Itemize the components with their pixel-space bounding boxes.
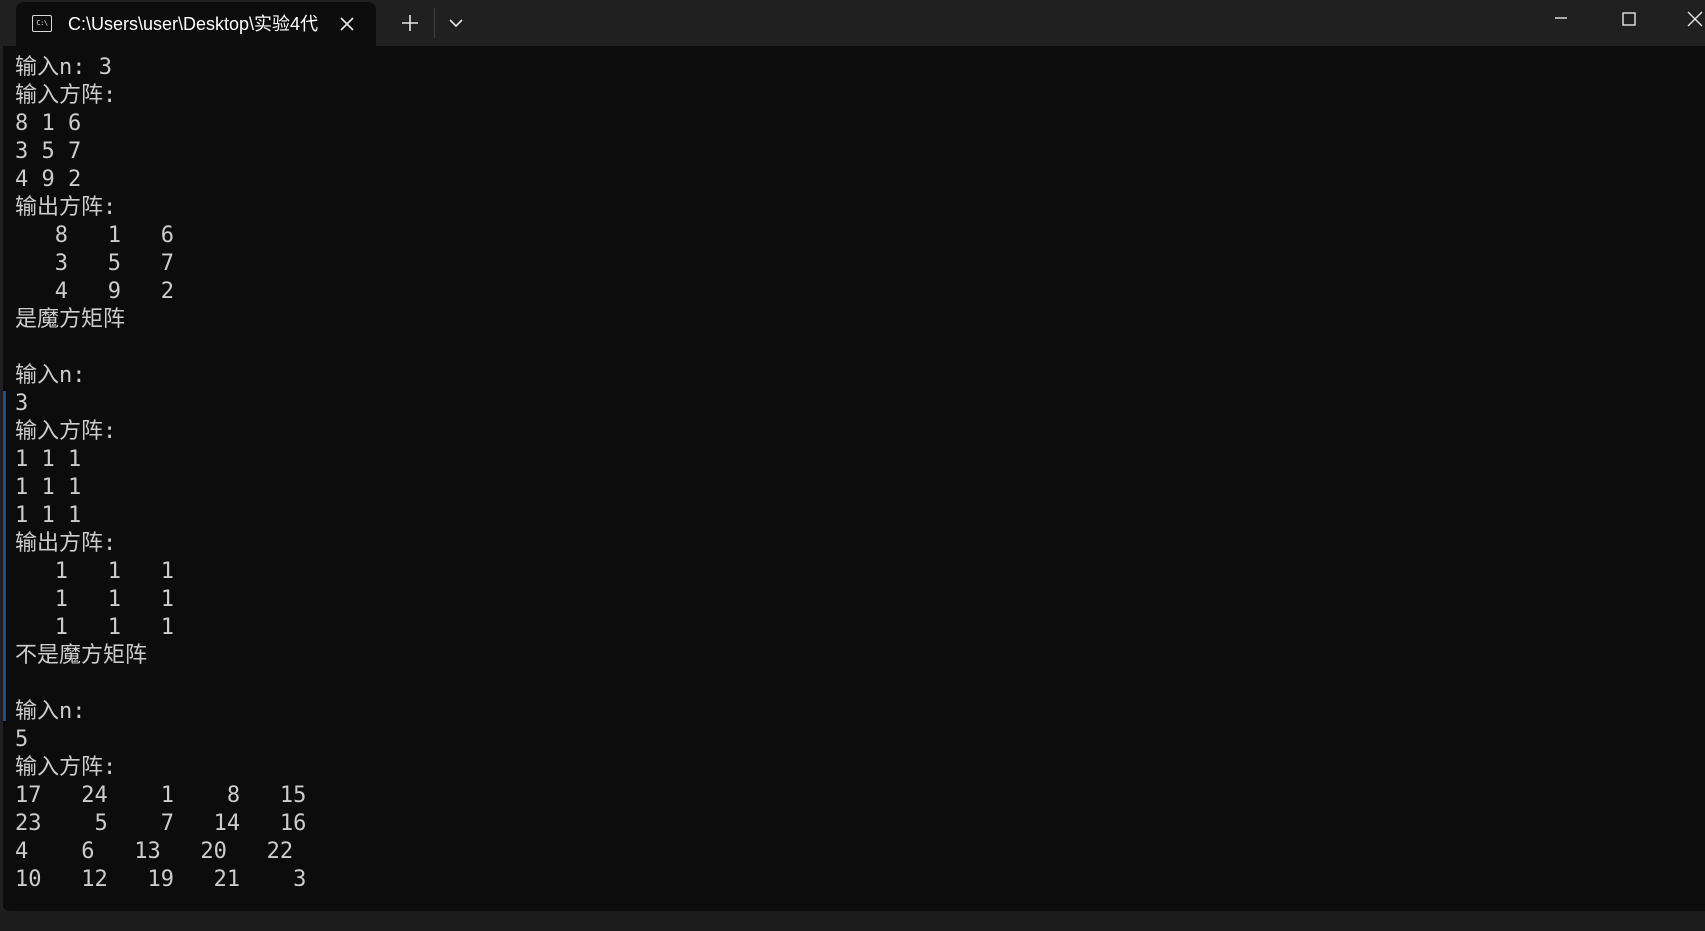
close-icon bbox=[1687, 11, 1703, 27]
terminal-icon: C:\ bbox=[32, 15, 52, 32]
terminal-line: 不是魔方矩阵 bbox=[15, 643, 148, 668]
terminal-line: 5 bbox=[15, 727, 29, 752]
terminal-line: 1 1 1 bbox=[15, 559, 174, 584]
tab-close-button[interactable] bbox=[336, 13, 358, 35]
terminal-output[interactable]: 输入n: 3 输入方阵: 8 1 6 3 5 7 4 9 2 输出方阵: 8 1 6 3 … bbox=[3, 46, 1705, 911]
terminal-line: 8 1 6 bbox=[15, 223, 174, 248]
terminal-line: 输入方阵: bbox=[15, 419, 117, 444]
terminal-line: 输出方阵: bbox=[15, 195, 117, 220]
tab-dropdown-button[interactable] bbox=[444, 11, 468, 35]
maximize-button[interactable] bbox=[1614, 4, 1644, 34]
terminal-line: 输入n: bbox=[15, 363, 86, 388]
terminal-line: 3 5 7 bbox=[15, 139, 82, 164]
window-bottom-edge bbox=[0, 911, 1705, 931]
tab-title: C:\Users\user\Desktop\实验4代 bbox=[68, 14, 319, 34]
terminal-line: 1 1 1 bbox=[15, 447, 82, 472]
terminal-line: 17 24 1 8 15 bbox=[15, 783, 307, 808]
chevron-down-icon bbox=[449, 19, 463, 28]
terminal-line: 输入n: bbox=[15, 699, 86, 724]
plus-icon bbox=[402, 15, 418, 31]
terminal-window: C:\ C:\Users\user\Desktop\实验4代 输入n: 3 输入… bbox=[0, 0, 1705, 931]
terminal-line: 输入n: 3 bbox=[15, 55, 112, 80]
terminal-text: 输入n: 3 输入方阵: 8 1 6 3 5 7 4 9 2 输出方阵: 8 1 6 3 … bbox=[3, 46, 1705, 894]
terminal-line: 10 12 19 21 3 bbox=[15, 867, 307, 892]
terminal-line: 输入方阵: bbox=[15, 755, 117, 780]
terminal-line: 4 9 2 bbox=[15, 167, 82, 192]
maximize-icon bbox=[1622, 12, 1636, 26]
terminal-line: 1 1 1 bbox=[15, 475, 82, 500]
terminal-line: 输出方阵: bbox=[15, 531, 117, 556]
scroll-mark bbox=[3, 391, 6, 721]
tab-active[interactable]: C:\ C:\Users\user\Desktop\实验4代 bbox=[16, 2, 376, 46]
terminal-line: 1 1 1 bbox=[15, 587, 174, 612]
close-button[interactable] bbox=[1680, 4, 1705, 34]
terminal-line: 输入方阵: bbox=[15, 83, 117, 108]
tab-separator bbox=[434, 8, 435, 38]
terminal-line: 3 bbox=[15, 391, 29, 416]
close-icon bbox=[340, 17, 354, 31]
terminal-line: 8 1 6 bbox=[15, 111, 82, 136]
terminal-line: 1 1 1 bbox=[15, 615, 174, 640]
terminal-line: 4 6 13 20 22 bbox=[15, 839, 294, 864]
terminal-line: 23 5 7 14 16 bbox=[15, 811, 307, 836]
new-tab-button[interactable] bbox=[398, 11, 422, 35]
title-bar[interactable]: C:\ C:\Users\user\Desktop\实验4代 bbox=[0, 0, 1705, 46]
terminal-line: 4 9 2 bbox=[15, 279, 174, 304]
minimize-button[interactable] bbox=[1546, 4, 1576, 34]
terminal-line: 3 5 7 bbox=[15, 251, 174, 276]
terminal-line: 是魔方矩阵 bbox=[15, 307, 126, 332]
terminal-line: 1 1 1 bbox=[15, 503, 82, 528]
minimize-icon bbox=[1555, 17, 1567, 19]
